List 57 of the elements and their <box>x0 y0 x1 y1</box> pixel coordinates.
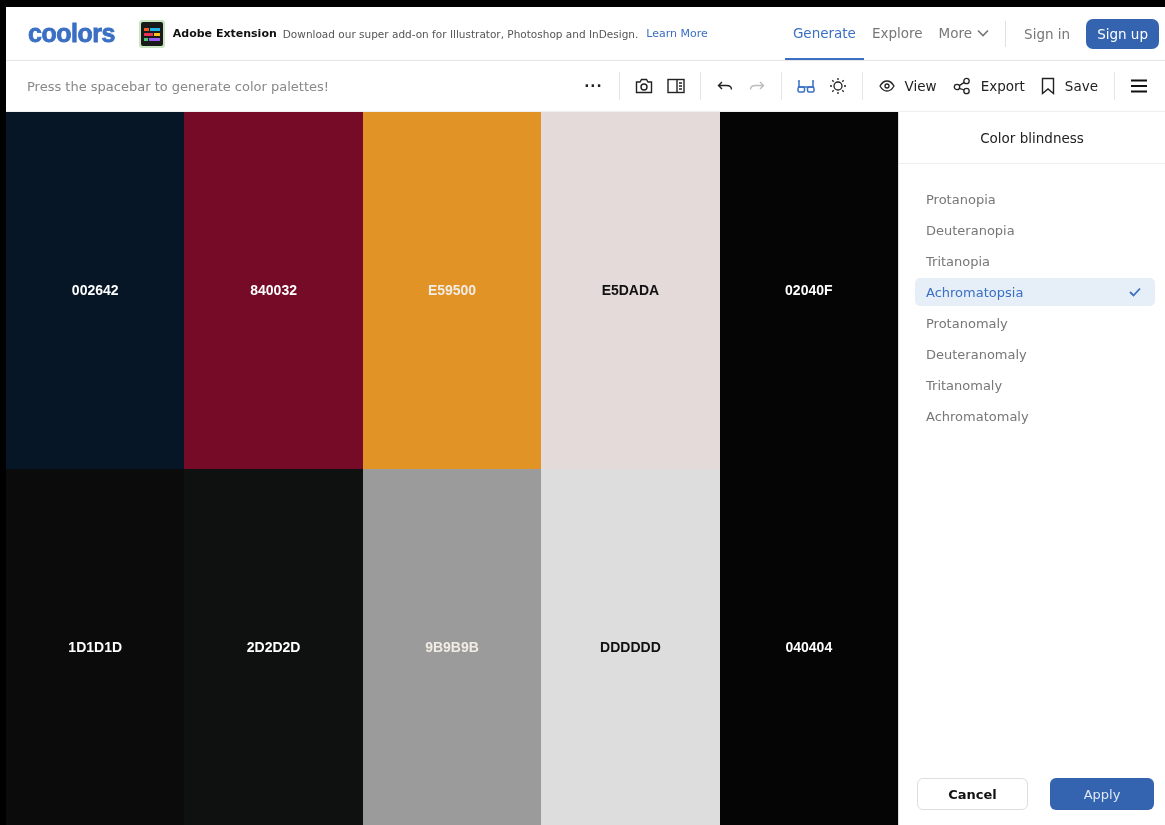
bookmark-icon <box>1040 77 1055 95</box>
color-swatch[interactable]: DDDDDD <box>541 468 720 825</box>
option-item[interactable]: Deuteranopia <box>915 216 1155 244</box>
hex-code: 2D2D2D <box>246 638 301 655</box>
color-swatch[interactable]: 040404 <box>719 468 899 825</box>
hex-code: 02040F <box>785 282 833 299</box>
promo-title: Adobe Extension <box>172 27 277 40</box>
hex-code: 840032 <box>250 282 297 299</box>
nav-tab[interactable]: Explore <box>863 7 931 60</box>
view-button[interactable]: View <box>872 72 943 100</box>
check-icon <box>1129 287 1141 297</box>
nav-tab[interactable]: Generate <box>784 7 864 60</box>
option-label: Achromatopsia <box>926 284 1024 300</box>
color-swatch[interactable]: 1D1D1D <box>6 468 185 825</box>
option-item[interactable]: Protanopia <box>915 185 1155 213</box>
hex-code: E59500 <box>427 282 477 299</box>
save-button[interactable]: Save <box>1034 72 1104 100</box>
hex-code: 002642 <box>71 282 119 299</box>
learn-more-link[interactable]: Learn More <box>646 27 708 40</box>
option-item[interactable]: Achromatomaly <box>915 402 1155 430</box>
sign-in-link[interactable]: Sign in <box>1014 25 1081 42</box>
eye-icon <box>878 80 895 92</box>
more-options-button[interactable]: ··· <box>578 72 609 100</box>
export-button[interactable]: Export <box>946 72 1031 100</box>
more-menu[interactable]: More <box>930 7 998 60</box>
extension-icon <box>138 19 165 48</box>
option-item[interactable]: Tritanopia <box>915 247 1155 275</box>
share-icon <box>952 77 971 95</box>
chevron-down-icon <box>977 28 990 37</box>
hex-code: DDDDDD <box>600 638 661 655</box>
promo-text: Download our super add-on for Illustrator, Photoshop and InDesign. <box>282 27 639 40</box>
hex-code: E5DADA <box>601 282 660 299</box>
sign-up-button[interactable]: Sign up <box>1086 18 1159 49</box>
option-label: Deuteranomaly <box>926 346 1027 362</box>
hex-code: 1D1D1D <box>68 638 123 655</box>
option-item[interactable]: Tritanomaly <box>915 371 1155 399</box>
coolors-logo[interactable]: coolors <box>28 19 115 48</box>
option-label: Protanomaly <box>926 315 1008 331</box>
option-label: Achromatomaly <box>926 408 1029 424</box>
option-label: Deuteranopia <box>926 222 1015 238</box>
cancel-button[interactable]: Cancel <box>917 778 1028 810</box>
option-item[interactable]: Achromatopsia <box>915 278 1155 306</box>
hex-code: 9B9B9B <box>425 638 479 655</box>
option-item[interactable]: Deuteranomaly <box>915 340 1155 368</box>
option-label: Tritanomaly <box>926 377 1003 393</box>
option-label: Protanopia <box>926 191 996 207</box>
option-label: Tritanopia <box>926 253 991 269</box>
color-swatch[interactable]: E5DADA <box>541 112 720 469</box>
color-swatch[interactable]: 840032 <box>184 112 363 469</box>
hint-text: Press the spacebar to generate color palettes! <box>27 78 329 94</box>
apply-button[interactable]: Apply <box>1050 778 1154 810</box>
color-swatch[interactable]: 002642 <box>6 112 185 469</box>
color-swatch[interactable]: 02040F <box>719 112 899 469</box>
color-swatch[interactable]: 2D2D2D <box>184 468 363 825</box>
hex-code: 040404 <box>785 638 833 655</box>
panel-title: Color blindness <box>899 112 1165 164</box>
option-item[interactable]: Protanomaly <box>915 309 1155 337</box>
